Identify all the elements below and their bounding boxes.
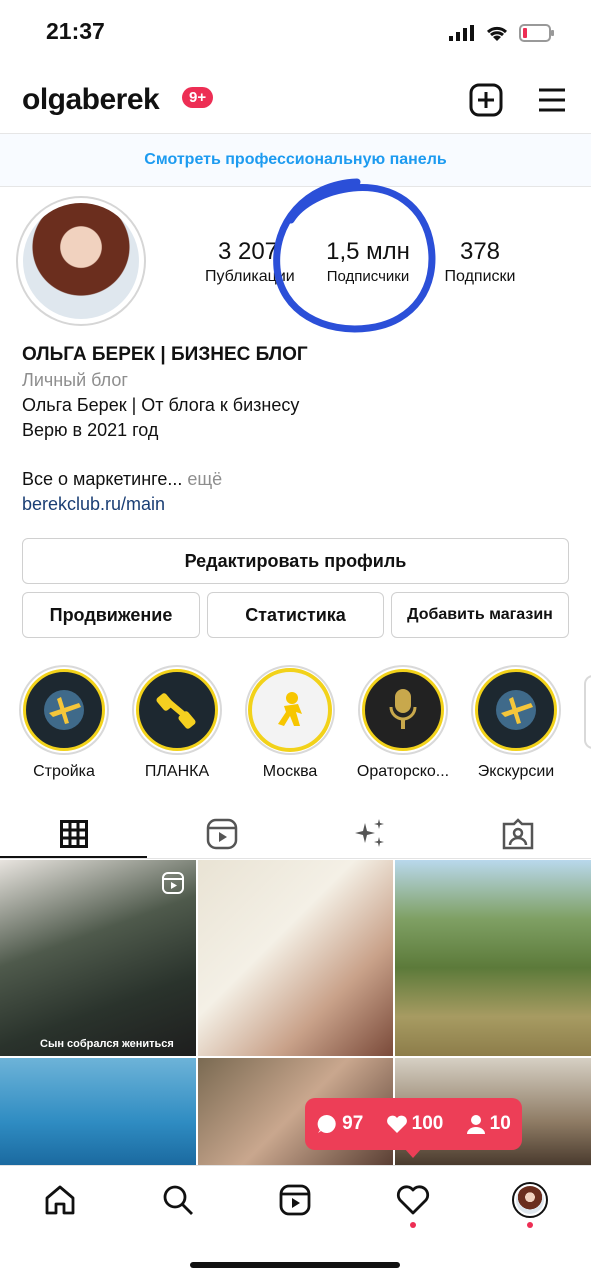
tagged-icon — [502, 818, 533, 850]
tab-reels[interactable] — [148, 812, 295, 856]
highlight-label: Стройка — [33, 763, 95, 780]
tab-guides[interactable] — [296, 812, 443, 856]
highlight-ring — [358, 665, 448, 755]
bio-line-2: Верю в 2021 год — [22, 420, 159, 440]
avatar-image — [23, 203, 139, 319]
statistics-button[interactable]: Статистика — [207, 592, 384, 638]
profile-username[interactable]: olgaberek — [22, 83, 160, 117]
stat-following-value: 378 — [459, 238, 501, 265]
highlight-label: Ораторско... — [356, 763, 450, 780]
bio-text-3: Все о маркетинге... — [22, 469, 183, 489]
bio-line-3: Все о маркетинге... ещё — [22, 469, 222, 490]
grid-post-3[interactable] — [395, 860, 591, 1056]
grid-post-1[interactable]: Сын собрался жениться — [0, 860, 196, 1056]
activity-comments: 97 — [316, 1113, 363, 1135]
avatar-image-small — [516, 1186, 544, 1214]
activity-likes-count: 100 — [411, 1113, 444, 1134]
notifications-badge[interactable]: 9+ — [182, 87, 214, 108]
highlight-partial[interactable] — [584, 675, 591, 749]
activity-popup[interactable]: 97 100 10 — [305, 1098, 522, 1150]
signal-icon — [449, 25, 474, 41]
add-shop-button[interactable]: Добавить магазин — [391, 592, 569, 638]
search-icon — [163, 1185, 193, 1215]
promotion-button[interactable]: Продвижение — [22, 592, 200, 638]
comment-icon — [317, 1114, 336, 1133]
heart-icon — [396, 1185, 430, 1215]
heart-icon — [386, 1115, 407, 1133]
battery-icon — [519, 24, 554, 42]
bio-name: ОЛЬГА БЕРЕК | БИЗНЕС БЛОГ — [22, 344, 308, 365]
reels-icon — [279, 1184, 311, 1216]
tab-tagged[interactable] — [444, 812, 591, 856]
bio-more-link[interactable]: ещё — [187, 469, 222, 489]
highlight-oratorskoe[interactable]: Ораторско... — [348, 665, 458, 781]
microphone-icon — [362, 669, 444, 751]
highlight-ring — [471, 665, 561, 755]
highlight-label: Экскурсии — [477, 763, 555, 780]
nav-profile[interactable] — [510, 1180, 550, 1220]
wifi-icon — [486, 26, 508, 41]
highlight-ekskursii[interactable]: Экскурсии — [461, 665, 571, 781]
tab-divider — [0, 858, 591, 859]
activity-followers-count: 10 — [489, 1113, 511, 1134]
activity-dot — [410, 1222, 416, 1228]
hand-drawn-circle — [273, 178, 436, 333]
activity-popup-tail — [404, 1148, 422, 1158]
highlight-ring — [19, 665, 109, 755]
highlight-label: Москва — [262, 763, 318, 780]
sparkles-icon — [354, 819, 384, 847]
home-indicator — [190, 1262, 400, 1268]
bio-line-1: Ольга Берек | От блога к бизнесу — [22, 395, 300, 415]
post-caption: Сын собрался жениться — [40, 1038, 174, 1050]
bio-website-link[interactable]: berekclub.ru/main — [22, 494, 165, 515]
person-icon — [466, 1115, 485, 1134]
highlight-moskva[interactable]: Москва — [235, 665, 345, 781]
activity-likes: 100 — [386, 1113, 444, 1135]
create-post-icon[interactable] — [469, 83, 503, 117]
activity-comments-count: 97 — [342, 1113, 364, 1134]
plane-globe-icon — [23, 669, 105, 751]
highlight-ring — [132, 665, 222, 755]
status-icons — [449, 24, 555, 42]
nav-reels[interactable] — [275, 1180, 315, 1220]
tab-grid[interactable] — [0, 812, 147, 856]
stat-following[interactable]: 378 Подписки — [433, 238, 527, 286]
grid-icon — [59, 820, 88, 848]
activity-followers: 10 — [466, 1113, 511, 1135]
grid-post-4[interactable] — [0, 1058, 196, 1165]
reels-icon — [206, 818, 237, 850]
bio-category: Личный блог — [22, 370, 128, 390]
nav-search[interactable] — [158, 1180, 198, 1220]
highlight-stroika[interactable]: Стройка — [9, 665, 119, 781]
profile-dot — [527, 1222, 533, 1228]
profile-avatar[interactable] — [16, 196, 146, 326]
grid-post-2[interactable] — [198, 860, 393, 1056]
reels-icon — [162, 872, 184, 894]
menu-icon[interactable] — [537, 86, 567, 114]
stat-following-label: Подписки — [444, 268, 516, 285]
highlight-label: ПЛАНКА — [144, 763, 210, 780]
home-icon — [45, 1185, 75, 1215]
plane-globe-icon — [475, 669, 557, 751]
runner-icon — [248, 668, 332, 752]
profile-avatar-small — [512, 1182, 548, 1218]
nav-home[interactable] — [40, 1180, 80, 1220]
edit-profile-button[interactable]: Редактировать профиль — [22, 538, 569, 584]
nav-activity[interactable] — [393, 1180, 433, 1220]
highlight-ring — [245, 665, 335, 755]
professional-dashboard-label: Смотреть профессиональную панель — [144, 151, 447, 168]
highlight-planka[interactable]: ПЛАНКА — [122, 665, 232, 781]
dumbbell-icon — [136, 669, 218, 751]
status-time: 21:37 — [46, 18, 105, 44]
